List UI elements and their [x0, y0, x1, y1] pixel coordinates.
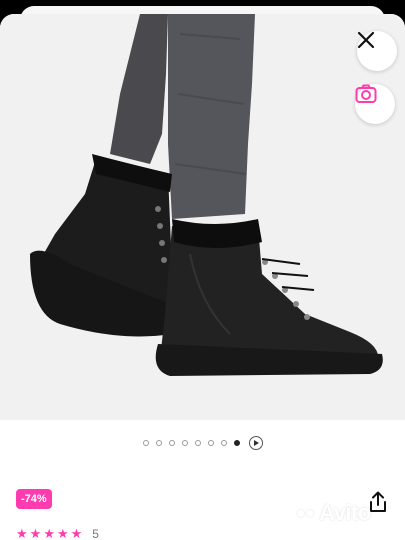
share-icon — [370, 491, 386, 512]
gallery-pagination — [0, 434, 405, 452]
star-icon: ★ — [16, 526, 28, 540]
gallery-dot[interactable] — [155, 440, 162, 446]
star-icon: ★ — [29, 526, 42, 540]
product-photo[interactable] — [0, 14, 405, 420]
gallery-dot[interactable] — [181, 440, 188, 446]
gallery-dot[interactable] — [207, 440, 214, 446]
camera-button[interactable] — [355, 84, 395, 124]
video-slide-button[interactable] — [248, 436, 263, 450]
close-icon — [357, 31, 375, 49]
modal-backdrop: -74% ●● Avito ★ ★ ★ ★ ★ 5 — [0, 0, 405, 540]
gallery-dot[interactable] — [220, 440, 227, 446]
gallery-dot-active[interactable] — [233, 440, 240, 446]
rating-row[interactable]: ★ ★ ★ ★ ★ 5 — [16, 527, 99, 540]
star-icon: ★ — [56, 526, 69, 540]
star-icon: ★ — [43, 526, 55, 540]
star-icon: ★ — [70, 526, 83, 540]
gallery-dot[interactable] — [168, 440, 175, 446]
avito-logo-icon: ●● — [296, 505, 315, 522]
gallery-dot[interactable] — [142, 440, 149, 446]
watermark-text: Avito — [319, 500, 371, 525]
camera-icon — [355, 84, 377, 103]
reviews-count: 5 — [92, 527, 99, 540]
discount-badge: -74% — [16, 489, 52, 509]
boot-illustration — [30, 14, 383, 376]
product-sheet — [0, 14, 405, 540]
close-button[interactable] — [357, 31, 397, 71]
avito-watermark: ●● Avito — [296, 500, 371, 526]
gallery-dot[interactable] — [194, 440, 201, 446]
play-icon — [253, 440, 259, 446]
